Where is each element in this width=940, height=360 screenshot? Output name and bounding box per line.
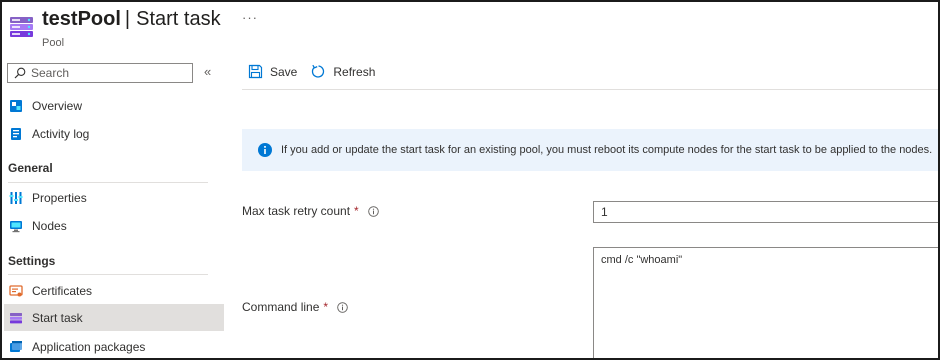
max-retry-label: Max task retry count *	[242, 204, 379, 218]
sidebar-search-input[interactable]	[31, 66, 181, 80]
sidebar-item-label: Overview	[32, 98, 83, 113]
sidebar-section-settings: Settings	[8, 254, 56, 268]
sidebar-item-nodes[interactable]: Nodes	[4, 212, 224, 239]
refresh-button[interactable]: Refresh	[311, 64, 375, 79]
page-title-resource: testPool	[42, 8, 121, 30]
sidebar-item-activity-log[interactable]: Activity log	[4, 120, 224, 147]
sidebar-section-general: General	[8, 161, 53, 175]
sidebar-divider	[8, 182, 208, 183]
required-marker: *	[323, 300, 329, 314]
sidebar-item-properties[interactable]: Properties	[4, 184, 224, 211]
page-title-separator: |	[124, 8, 131, 30]
sidebar-item-overview[interactable]: Overview	[4, 92, 224, 119]
info-icon	[258, 143, 272, 157]
batch-pool-icon	[10, 17, 33, 37]
start-task-icon	[10, 312, 22, 323]
info-tooltip-icon[interactable]	[337, 301, 348, 313]
activity-log-icon	[11, 127, 21, 140]
required-marker: *	[354, 204, 359, 218]
nodes-icon	[10, 220, 22, 232]
page-subtitle: Pool	[42, 37, 65, 49]
collapse-sidebar-button[interactable]: «	[204, 64, 211, 79]
sidebar-item-certificates[interactable]: Certificates	[4, 277, 224, 304]
more-options-button[interactable]: ···	[242, 10, 258, 25]
page-title-blade: Start task	[136, 8, 221, 30]
save-button[interactable]: Save	[248, 64, 297, 79]
sidebar-item-label: Activity log	[32, 126, 90, 141]
overview-icon	[10, 99, 22, 112]
application-packages-icon	[10, 340, 22, 352]
blade-frame: testPool|Start task Pool ··· « Overview …	[0, 0, 940, 360]
certificates-icon	[9, 284, 23, 296]
properties-icon	[9, 191, 23, 204]
sidebar-search-box[interactable]	[7, 63, 193, 83]
command-bar-divider	[242, 89, 938, 90]
sidebar-item-label: Properties	[32, 190, 87, 205]
sidebar-item-start-task[interactable]: Start task	[4, 304, 224, 331]
command-line-textarea[interactable]: cmd /c "whoami"	[593, 247, 938, 358]
save-button-label: Save	[270, 64, 298, 79]
refresh-icon	[312, 64, 325, 78]
max-retry-count-input[interactable]	[593, 201, 938, 223]
info-tooltip-icon[interactable]	[367, 205, 379, 217]
command-line-label: Command line *	[242, 300, 348, 314]
sidebar-divider	[8, 274, 208, 275]
sidebar-item-label: Start task	[32, 310, 83, 325]
search-icon	[14, 67, 26, 79]
save-icon	[248, 64, 263, 79]
sidebar-item-label: Application packages	[32, 339, 146, 354]
sidebar-item-label: Certificates	[32, 283, 93, 298]
page-title: testPool | Start task	[42, 8, 221, 31]
sidebar-item-label: Nodes	[32, 218, 67, 233]
command-bar: Save Refresh	[248, 64, 375, 79]
info-banner: If you add or update the start task for …	[242, 129, 938, 171]
sidebar-item-application-packages[interactable]: Application packages	[4, 333, 224, 358]
max-retry-label-text: Max task retry count	[242, 204, 351, 218]
command-line-label-text: Command line	[242, 300, 320, 314]
info-banner-text: If you add or update the start task for …	[281, 144, 933, 156]
refresh-button-label: Refresh	[333, 64, 376, 79]
